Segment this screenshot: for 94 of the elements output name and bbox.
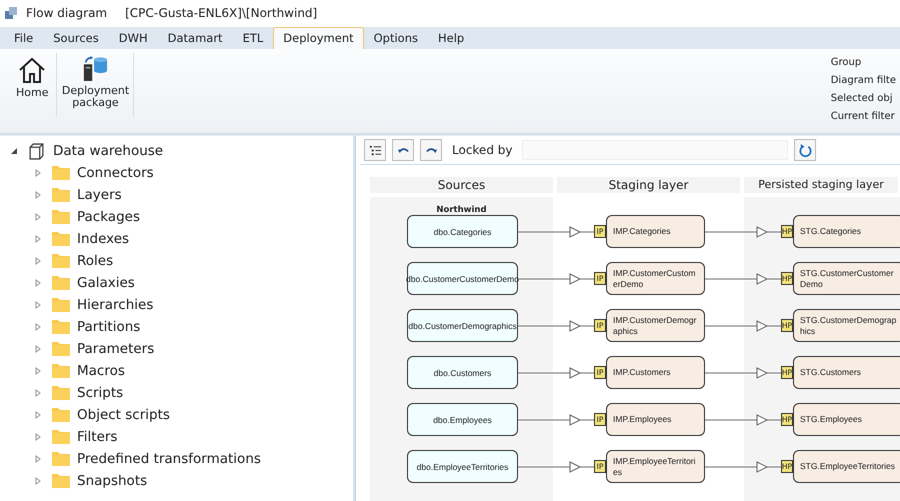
ribbon-option[interactable]: Current filter (830, 111, 896, 122)
ribbon-button[interactable]: Home (10, 53, 54, 111)
tree-item[interactable]: Predefined transformations (77, 451, 261, 467)
cube-icon (28, 142, 45, 160)
tree-item[interactable]: Packages (77, 209, 140, 225)
column-header: Persisted staging layer (744, 177, 898, 193)
house-icon (17, 55, 48, 85)
menu-tab[interactable]: Deployment (273, 27, 364, 49)
expand-arrow-icon[interactable] (34, 257, 42, 265)
staging-node[interactable]: IMP.CustomerCustomerDemo (606, 262, 705, 295)
expand-arrow-icon[interactable] (34, 169, 42, 177)
folder-icon (52, 166, 70, 180)
tree-item[interactable]: Macros (77, 363, 125, 379)
ribbon-option[interactable]: Diagram filte (830, 75, 896, 86)
persisted-node[interactable]: STG.EmployeeTerritories (793, 450, 900, 483)
tree-item[interactable]: Data warehouse (53, 143, 164, 159)
tree-item[interactable]: Connectors (77, 165, 154, 181)
folder-icon (52, 364, 70, 378)
expand-arrow-icon[interactable] (34, 411, 42, 419)
expand-arrow-icon[interactable] (34, 345, 42, 353)
expand-arrow-icon[interactable] (34, 433, 42, 441)
column-header: Sources (370, 177, 553, 193)
ribbon-option[interactable]: Selected obj (830, 93, 896, 104)
refresh-button[interactable] (794, 139, 816, 161)
expand-arrow-icon[interactable] (34, 323, 42, 331)
tree-item[interactable]: Hierarchies (77, 297, 154, 313)
menu-tab[interactable]: DWH (108, 27, 158, 49)
persisted-node[interactable]: STG.CustomerDemographics (793, 309, 900, 342)
persisted-node[interactable]: STG.CustomerCustomerDemo (793, 262, 900, 295)
folder-icon (52, 298, 70, 312)
folder-icon (52, 232, 70, 246)
menu-tab[interactable]: Options (364, 27, 428, 49)
expand-arrow-icon[interactable] (34, 235, 42, 243)
tree-item[interactable]: Layers (77, 187, 122, 203)
menu-tab[interactable]: File (4, 27, 44, 49)
tree-item[interactable]: Partitions (77, 319, 140, 335)
staging-node[interactable]: IMP.Categories (606, 215, 705, 248)
persisted-node[interactable]: STG.Employees (793, 403, 900, 436)
staging-node[interactable]: IMP.EmployeeTerritories (606, 450, 705, 483)
list-icon (368, 144, 382, 156)
menu-tab[interactable]: ETL (232, 27, 274, 49)
expand-arrow-icon[interactable] (34, 279, 42, 287)
column-header: Staging layer (557, 177, 740, 193)
folder-icon (52, 408, 70, 422)
window-path: [CPC-Gusta-ENL6X]\[Northwind] (125, 6, 318, 20)
source-group-label: Northwind (436, 205, 487, 215)
folder-icon (52, 188, 70, 202)
expand-arrow-icon[interactable] (34, 191, 42, 199)
staging-node[interactable]: IMP.Employees (606, 403, 705, 436)
source-node[interactable]: dbo.CustomerDemographics (407, 309, 518, 342)
source-node[interactable]: dbo.Customers (407, 356, 518, 389)
undo-button[interactable] (392, 139, 414, 161)
expand-arrow-icon[interactable] (34, 389, 42, 397)
folder-icon (52, 342, 70, 356)
persisted-node[interactable]: STG.Categories (793, 215, 900, 248)
ribbon-option[interactable]: Group (830, 57, 896, 68)
tree-item[interactable]: Object scripts (77, 407, 170, 423)
source-node[interactable]: dbo.Categories (407, 215, 518, 248)
window-title: Flow diagram (26, 6, 108, 20)
menu-tab[interactable]: Datamart (158, 27, 233, 49)
staging-node[interactable]: IMP.Customers (606, 356, 705, 389)
refresh-icon (798, 142, 813, 158)
source-node[interactable]: dbo.Employees (407, 403, 518, 436)
app-logo-icon (4, 6, 18, 20)
tree-item[interactable]: Indexes (77, 231, 130, 247)
folder-icon (52, 386, 70, 400)
expand-arrow-icon[interactable] (34, 455, 42, 463)
tree-item[interactable]: Parameters (77, 341, 154, 357)
folder-icon (52, 430, 70, 444)
locked-by-label: Locked by (452, 143, 512, 157)
expand-arrow-icon[interactable] (34, 367, 42, 375)
tree-item[interactable]: Filters (77, 429, 118, 445)
folder-icon (52, 320, 70, 334)
tree-item[interactable]: Scripts (77, 385, 124, 401)
menu-tab[interactable]: Sources (43, 27, 109, 49)
expand-arrow-icon[interactable] (34, 477, 42, 485)
persisted-node[interactable]: STG.Customers (793, 356, 900, 389)
folder-icon (52, 452, 70, 466)
tree-item[interactable]: Roles (77, 253, 114, 269)
collapse-arrow-icon[interactable] (10, 147, 18, 155)
list-view-button[interactable] (364, 139, 386, 161)
folder-icon (52, 254, 70, 268)
expand-arrow-icon[interactable] (34, 213, 42, 221)
tree-item[interactable]: Galaxies (77, 275, 135, 291)
folder-icon (52, 276, 70, 290)
source-node[interactable]: dbo.EmployeeTerritories (407, 450, 518, 483)
staging-node[interactable]: IMP.CustomerDemographics (606, 309, 705, 342)
ribbon-button[interactable]: Deployment package (59, 53, 132, 111)
redo-button[interactable] (420, 139, 442, 161)
folder-icon (52, 210, 70, 224)
tree-item[interactable]: Snapshots (77, 473, 148, 489)
folder-icon (52, 474, 70, 488)
menu-tab[interactable]: Help (428, 27, 474, 49)
expand-arrow-icon[interactable] (34, 301, 42, 309)
